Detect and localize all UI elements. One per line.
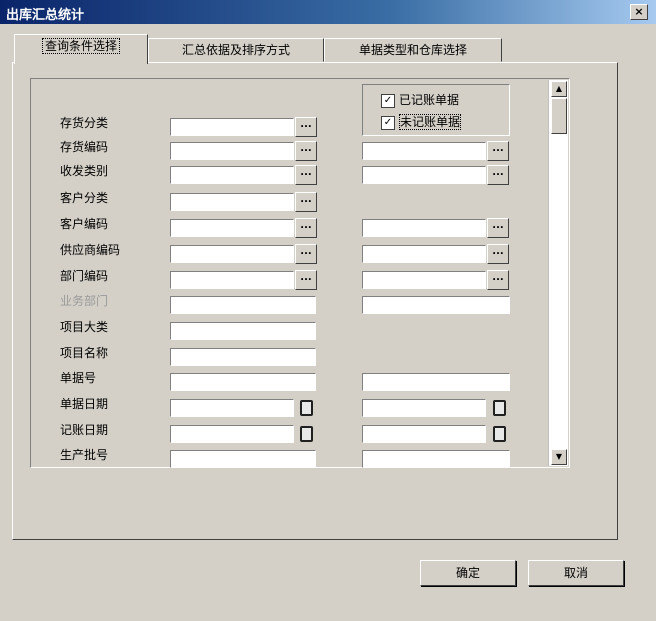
doc-number-from[interactable] <box>170 373 316 391</box>
field-label: 供应商编码 <box>60 243 121 257</box>
browse-button[interactable]: ... <box>295 117 317 137</box>
title-bar: 出库汇总统计 × <box>0 0 656 24</box>
field-label: 项目大类 <box>60 320 109 334</box>
field-label: 收发类别 <box>60 164 109 178</box>
io-category-to[interactable] <box>362 166 486 184</box>
browse-button[interactable]: ... <box>487 141 509 161</box>
window-title: 出库汇总统计 <box>6 8 85 23</box>
field-label: 部门编码 <box>60 269 109 283</box>
doc-date-from[interactable] <box>170 399 294 417</box>
cancel-button[interactable]: 取消 <box>528 560 624 586</box>
doc-number-to[interactable] <box>362 373 510 391</box>
browse-button[interactable]: ... <box>487 244 509 264</box>
customer-code-from[interactable] <box>170 219 294 237</box>
field-label: 单据日期 <box>60 397 109 411</box>
customer-category-from[interactable] <box>170 193 294 211</box>
ok-button[interactable]: 确定 <box>420 560 516 586</box>
browse-button[interactable]: ... <box>295 218 317 238</box>
checkbox-unposted[interactable]: ✓ 未记账单据 <box>381 113 462 130</box>
posting-date-to[interactable] <box>362 425 486 443</box>
field-label: 生产批号 <box>60 448 109 462</box>
field-label: 单据号 <box>60 371 97 385</box>
check-icon: ✓ <box>381 115 395 130</box>
scroll-up-button[interactable]: ▲ <box>551 81 567 97</box>
inventory-code-from[interactable] <box>170 142 294 160</box>
browse-button[interactable]: ... <box>487 270 509 290</box>
batch-number-from[interactable] <box>170 450 316 468</box>
supplier-code-from[interactable] <box>170 245 294 263</box>
field-label: 存货编码 <box>60 140 109 154</box>
scroll-down-button[interactable]: ▼ <box>551 449 567 465</box>
posting-status-group: ✓ 已记账单据 ✓ 未记账单据 <box>362 84 510 136</box>
business-dept-to <box>362 296 510 314</box>
calendar-icon[interactable] <box>296 423 314 443</box>
posting-date-from[interactable] <box>170 425 294 443</box>
customer-code-to[interactable] <box>362 219 486 237</box>
field-label: 业务部门 <box>60 294 109 308</box>
io-category-from[interactable] <box>170 166 294 184</box>
browse-button[interactable]: ... <box>487 218 509 238</box>
project-class-field[interactable] <box>170 322 316 340</box>
field-label: 项目名称 <box>60 346 109 360</box>
tab-query-conditions[interactable]: 查询条件选择 <box>14 34 148 64</box>
checkbox-label: 未记账单据 <box>399 114 462 130</box>
business-dept-from <box>170 296 316 314</box>
calendar-icon[interactable] <box>489 423 507 443</box>
supplier-code-to[interactable] <box>362 245 486 263</box>
vertical-scrollbar[interactable]: ▲ ▼ <box>548 80 568 466</box>
browse-button[interactable]: ... <box>295 270 317 290</box>
checkbox-posted[interactable]: ✓ 已记账单据 <box>381 91 459 108</box>
field-label: 存货分类 <box>60 116 109 130</box>
field-label: 记账日期 <box>60 423 109 437</box>
scroll-thumb[interactable] <box>551 98 567 134</box>
tab-label: 查询条件选择 <box>41 38 120 54</box>
inventory-code-to[interactable] <box>362 142 486 160</box>
check-icon: ✓ <box>381 93 395 108</box>
tab-label: 汇总依据及排序方式 <box>181 43 290 57</box>
calendar-icon[interactable] <box>296 397 314 417</box>
tab-summary-sort[interactable]: 汇总依据及排序方式 <box>148 38 324 62</box>
tab-doc-type-warehouse[interactable]: 单据类型和仓库选择 <box>324 38 502 62</box>
inventory-category-from[interactable] <box>170 118 294 136</box>
field-label: 客户分类 <box>60 191 109 205</box>
batch-number-to[interactable] <box>362 450 510 468</box>
project-name-field[interactable] <box>170 348 316 366</box>
browse-button[interactable]: ... <box>295 192 317 212</box>
browse-button[interactable]: ... <box>295 141 317 161</box>
checkbox-label: 已记账单据 <box>399 93 460 107</box>
calendar-icon[interactable] <box>489 397 507 417</box>
browse-button[interactable]: ... <box>295 244 317 264</box>
browse-button[interactable]: ... <box>487 165 509 185</box>
department-code-from[interactable] <box>170 271 294 289</box>
department-code-to[interactable] <box>362 271 486 289</box>
field-label: 客户编码 <box>60 217 109 231</box>
tab-label: 单据类型和仓库选择 <box>358 43 467 57</box>
doc-date-to[interactable] <box>362 399 486 417</box>
close-button[interactable]: × <box>630 4 648 20</box>
browse-button[interactable]: ... <box>295 165 317 185</box>
